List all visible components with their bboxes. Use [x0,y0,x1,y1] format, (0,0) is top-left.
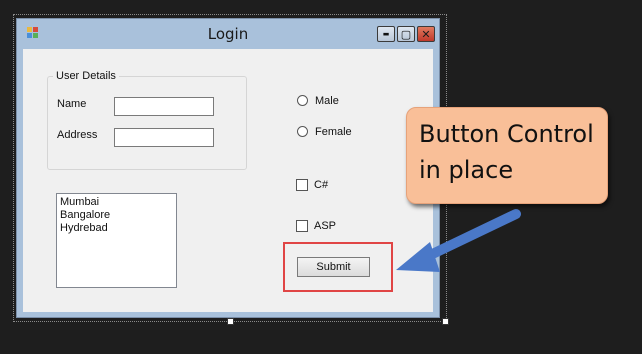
callout-line-2: in place [419,156,514,184]
arrow-shaft [417,209,521,264]
annotation-callout: Button Control in place [406,107,608,204]
arrow-head [396,242,440,272]
callout-line-1: Button Control [419,120,594,148]
